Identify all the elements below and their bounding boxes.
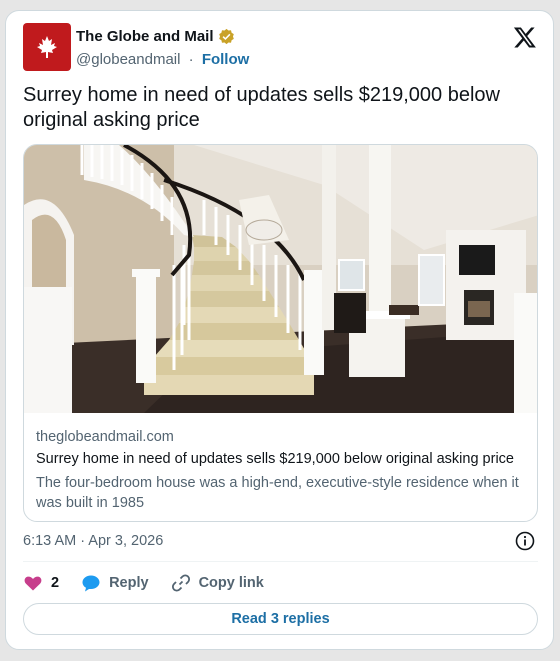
link-preview-card[interactable]: theglobeandmail.com Surrey home in need … xyxy=(23,144,538,522)
maple-leaf-icon xyxy=(37,36,57,58)
copy-link-button[interactable]: Copy link xyxy=(171,573,264,593)
separator-dot: · xyxy=(188,51,194,68)
link-icon xyxy=(171,574,190,592)
link-domain: theglobeandmail.com xyxy=(36,429,174,445)
follow-button[interactable]: Follow xyxy=(202,51,250,68)
tweet-card: The Globe and Mail @globeandmail · Follo… xyxy=(5,10,554,650)
link-title: Surrey home in need of updates sells $21… xyxy=(36,451,514,467)
reply-bubble-icon xyxy=(82,575,100,592)
link-description: The four-bedroom house was a high-end, e… xyxy=(36,475,519,511)
verified-badge-icon xyxy=(218,28,234,45)
divider xyxy=(23,561,538,562)
reply-label: Reply xyxy=(109,575,149,591)
author-handle[interactable]: @globeandmail xyxy=(76,51,180,68)
like-button[interactable]: 2 xyxy=(23,573,59,593)
x-logo-icon[interactable] xyxy=(513,25,537,49)
reply-button[interactable]: Reply xyxy=(81,573,149,593)
heart-icon xyxy=(24,576,42,591)
avatar[interactable] xyxy=(23,23,71,71)
read-replies-button[interactable]: Read 3 replies xyxy=(23,603,538,635)
action-bar: 2 Reply Copy link xyxy=(23,571,286,595)
tweet-text: Surrey home in need of updates sells $21… xyxy=(23,84,500,131)
copy-link-label: Copy link xyxy=(198,575,264,591)
link-preview-image xyxy=(24,145,537,413)
author-name[interactable]: The Globe and Mail xyxy=(76,28,214,45)
tweet-timestamp[interactable]: 6:13 AM · Apr 3, 2026 xyxy=(23,533,163,549)
author-handle-row: @globeandmail · Follow xyxy=(76,51,249,68)
author-name-row: The Globe and Mail xyxy=(76,28,235,45)
like-count: 2 xyxy=(51,575,60,591)
info-icon[interactable] xyxy=(515,531,535,551)
